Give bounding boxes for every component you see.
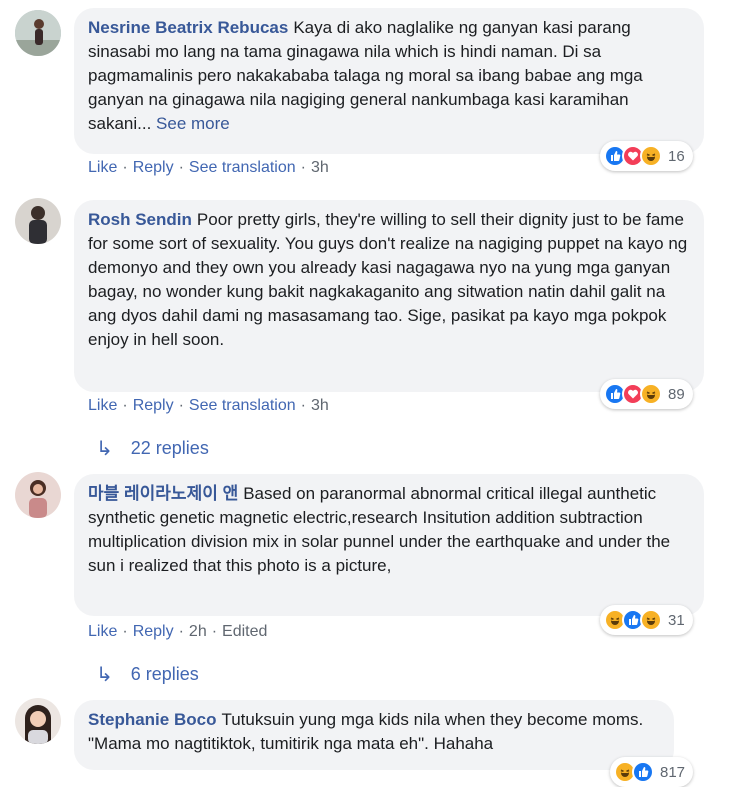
comment-bubble: 마블 레이라노제이 앤 Based on paranormal abnormal … bbox=[74, 474, 704, 616]
comment-author[interactable]: Stephanie Boco bbox=[88, 710, 216, 729]
reaction-count: 16 bbox=[668, 147, 685, 165]
see-more-link[interactable]: See more bbox=[156, 114, 230, 133]
reply-link[interactable]: Reply bbox=[133, 397, 174, 414]
reply-arrow-icon: ↳ bbox=[96, 438, 113, 460]
reaction-summary[interactable]: 89 bbox=[600, 379, 693, 409]
avatar[interactable] bbox=[15, 10, 61, 56]
avatar[interactable] bbox=[15, 472, 61, 518]
comment-author[interactable]: 마블 레이라노제이 앤 bbox=[88, 484, 238, 503]
haha-icon bbox=[640, 145, 662, 167]
like-link[interactable]: Like bbox=[88, 159, 117, 176]
see-translation-link[interactable]: See translation bbox=[189, 159, 296, 176]
comment-actions: Like · Reply · 2h · Edited bbox=[88, 623, 268, 640]
comment-actions: Like · Reply · See translation · 3h bbox=[88, 397, 329, 414]
reply-arrow-icon: ↳ bbox=[96, 664, 113, 686]
comment-bubble: Nesrine Beatrix Rebucas Kaya di ako nagla… bbox=[74, 8, 704, 154]
like-link[interactable]: Like bbox=[88, 623, 117, 640]
view-replies-link[interactable]: ↳ 22 replies bbox=[96, 436, 209, 461]
comment-bubble: Rosh Sendin Poor pretty girls, they're wi… bbox=[74, 200, 704, 392]
like-icon bbox=[632, 761, 654, 783]
reply-link[interactable]: Reply bbox=[133, 623, 174, 640]
view-replies-link[interactable]: ↳ 6 replies bbox=[96, 662, 199, 687]
see-translation-link[interactable]: See translation bbox=[189, 397, 296, 414]
reaction-count: 89 bbox=[668, 385, 685, 403]
like-link[interactable]: Like bbox=[88, 397, 117, 414]
comment-author[interactable]: Nesrine Beatrix Rebucas bbox=[88, 18, 288, 37]
reply-link[interactable]: Reply bbox=[133, 159, 174, 176]
replies-count: 22 replies bbox=[130, 438, 209, 458]
comment-author[interactable]: Rosh Sendin bbox=[88, 210, 192, 229]
reaction-summary[interactable]: 817 bbox=[610, 757, 694, 787]
edited-label[interactable]: Edited bbox=[222, 623, 267, 640]
comment-timestamp[interactable]: 2h bbox=[189, 623, 207, 640]
comment-text: Poor pretty girls, they're willing to se… bbox=[88, 210, 688, 349]
haha-icon bbox=[640, 609, 662, 631]
reaction-count: 817 bbox=[660, 763, 686, 781]
avatar[interactable] bbox=[15, 698, 61, 744]
comment-timestamp[interactable]: 3h bbox=[311, 397, 329, 414]
reaction-summary[interactable]: 16 bbox=[600, 141, 693, 171]
comment-timestamp[interactable]: 3h bbox=[311, 159, 329, 176]
haha-icon bbox=[640, 383, 662, 405]
replies-count: 6 replies bbox=[130, 664, 199, 684]
comment-actions: Like · Reply · See translation · 3h bbox=[88, 159, 329, 176]
comment-ellipsis: ... bbox=[137, 114, 152, 133]
comment-bubble: Stephanie Boco Tutuksuin yung mga kids ni… bbox=[74, 700, 674, 770]
avatar[interactable] bbox=[15, 198, 61, 244]
reaction-summary[interactable]: 31 bbox=[600, 605, 693, 635]
reaction-count: 31 bbox=[668, 611, 685, 629]
